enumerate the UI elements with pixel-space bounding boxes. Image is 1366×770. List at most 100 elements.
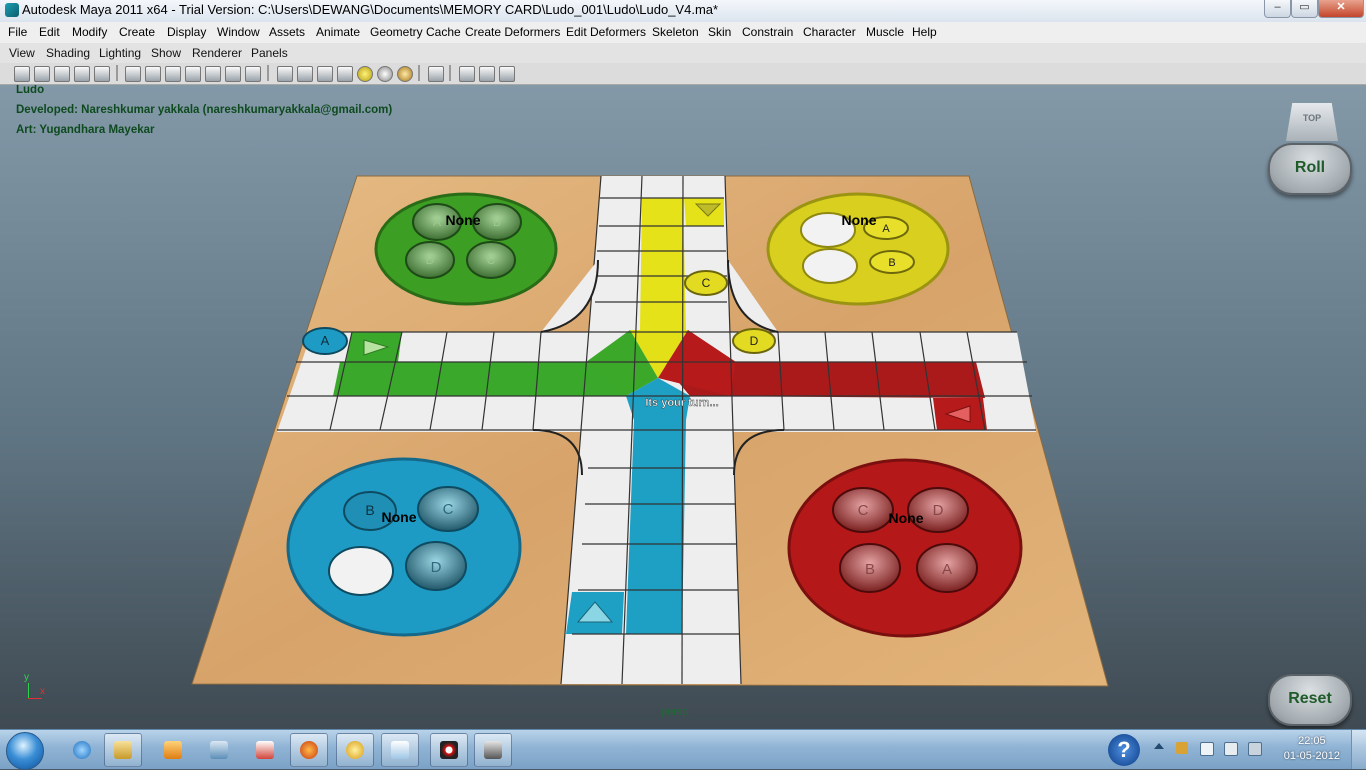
select-camera-icon[interactable] [14, 66, 30, 82]
taskbar-web-app[interactable] [336, 733, 374, 767]
resolution-gate-icon[interactable] [165, 66, 181, 82]
red-token-d-label: D [933, 502, 944, 519]
hud-developer-credit: Developed: Nareshkumar yakkala (nareshku… [16, 104, 393, 116]
shadows-icon[interactable] [397, 66, 413, 82]
tray-app-icon[interactable] [1176, 742, 1188, 754]
film-gate-icon[interactable] [145, 66, 161, 82]
menu-character[interactable]: Character [803, 25, 856, 39]
minimize-button[interactable]: – [1264, 0, 1291, 18]
safe-title-icon[interactable] [245, 66, 261, 82]
taskbar-paint[interactable] [246, 733, 284, 767]
menu-assets[interactable]: Assets [269, 25, 305, 39]
menu-geometry-cache[interactable]: Geometry Cache [370, 25, 461, 39]
safe-action-icon[interactable] [225, 66, 241, 82]
menu-muscle[interactable]: Muscle [866, 25, 904, 39]
tool-icon [484, 741, 502, 759]
wireframe-on-shaded-icon[interactable] [317, 66, 333, 82]
taskbar-firefox[interactable] [290, 733, 328, 767]
menu-help[interactable]: Help [912, 25, 937, 39]
image-plane-icon[interactable] [74, 66, 90, 82]
panel-menu-shading[interactable]: Shading [46, 46, 90, 60]
bookmarks-icon[interactable] [54, 66, 70, 82]
panel-menu-panels[interactable]: Panels [251, 46, 288, 60]
volume-tray-icon[interactable] [1224, 742, 1238, 756]
taskbar-system-tool[interactable] [474, 733, 512, 767]
menu-constrain[interactable]: Constrain [742, 25, 793, 39]
roll-button[interactable]: Roll [1268, 143, 1352, 195]
camera-label: persp [661, 706, 689, 718]
show-desktop-button[interactable] [1351, 730, 1366, 769]
taskbar-internet-explorer[interactable] [63, 733, 101, 767]
axis-x-label: x [40, 686, 45, 697]
panel-menu-renderer[interactable]: Renderer [192, 46, 242, 60]
ludo-board-render: A B D C A B B C D C D B A A C D None Non… [191, 175, 1109, 687]
paint-icon [256, 741, 274, 759]
xray-joints-icon[interactable] [479, 66, 495, 82]
taskbar-network[interactable] [200, 733, 238, 767]
menu-edit[interactable]: Edit [39, 25, 60, 39]
maya-icon [440, 741, 458, 759]
reset-button[interactable]: Reset [1268, 674, 1352, 726]
show-hidden-icons[interactable] [1154, 743, 1164, 749]
grid-icon[interactable] [125, 66, 141, 82]
toolbar-separator [418, 65, 420, 81]
green-token-d-label: D [426, 253, 435, 267]
toolbar-separator [116, 65, 118, 81]
blue-status-label: None [382, 509, 417, 525]
axis-y-label: y [24, 672, 29, 683]
xray-components-icon[interactable] [499, 66, 515, 82]
green-token-a-label: A [433, 215, 441, 229]
taskbar-clock[interactable]: 22:05 01-05-2012 [1284, 734, 1340, 764]
menu-animate[interactable]: Animate [316, 25, 360, 39]
toolbar-separator [267, 65, 269, 81]
wireframe-icon[interactable] [277, 66, 293, 82]
panel-toolbar [0, 63, 1366, 85]
globe-icon [346, 741, 364, 759]
menu-modify[interactable]: Modify [72, 25, 107, 39]
menu-create[interactable]: Create [119, 25, 155, 39]
panel-menu-lighting[interactable]: Lighting [99, 46, 141, 60]
green-status-label: None [446, 212, 481, 228]
viewcube-label: TOP [1302, 113, 1322, 123]
menu-create-deformers[interactable]: Create Deformers [465, 25, 560, 39]
taskbar-notepad[interactable] [381, 733, 419, 767]
smooth-shade-icon[interactable] [297, 66, 313, 82]
all-lights-icon[interactable] [377, 66, 393, 82]
isolate-select-icon[interactable] [428, 66, 444, 82]
menu-skin[interactable]: Skin [708, 25, 731, 39]
yellow-home-base [766, 192, 950, 306]
camera-attributes-icon[interactable] [34, 66, 50, 82]
action-center-tray-icon[interactable] [1248, 742, 1262, 756]
red-home-base [787, 458, 1023, 638]
red-token-c-label: C [858, 502, 869, 519]
red-token-b-label: B [865, 561, 875, 578]
notepad-icon [391, 741, 409, 759]
menu-window[interactable]: Window [217, 25, 260, 39]
viewport-persp[interactable]: A B D C A B B C D C D B A A C D None Non… [0, 85, 1366, 729]
start-button[interactable] [6, 732, 44, 770]
field-chart-icon[interactable] [205, 66, 221, 82]
xray-icon[interactable] [459, 66, 475, 82]
menu-skeleton[interactable]: Skeleton [652, 25, 699, 39]
close-button[interactable]: ✕ [1318, 0, 1364, 18]
default-light-icon[interactable] [357, 66, 373, 82]
maximize-button[interactable]: ▭ [1291, 0, 1318, 18]
taskbar-media-player[interactable] [154, 733, 192, 767]
textured-icon[interactable] [337, 66, 353, 82]
windows-taskbar: ? 22:05 01-05-2012 [0, 729, 1366, 770]
two-d-pan-zoom-icon[interactable] [94, 66, 110, 82]
network-tray-icon[interactable] [1200, 742, 1214, 756]
taskbar-windows-explorer[interactable] [104, 733, 142, 767]
panel-menu-show[interactable]: Show [151, 46, 181, 60]
blue-token-b-label: B [365, 502, 374, 518]
panel-menu-view[interactable]: View [9, 46, 35, 60]
gate-mask-icon[interactable] [185, 66, 201, 82]
help-icon[interactable]: ? [1108, 734, 1140, 766]
viewcube[interactable]: TOP [1286, 103, 1338, 141]
yellow-token-a-label: A [882, 223, 890, 235]
yellow-home-lane [640, 198, 686, 330]
menu-display[interactable]: Display [167, 25, 206, 39]
menu-edit-deformers[interactable]: Edit Deformers [566, 25, 646, 39]
taskbar-maya[interactable] [430, 733, 468, 767]
menu-file[interactable]: File [8, 25, 27, 39]
